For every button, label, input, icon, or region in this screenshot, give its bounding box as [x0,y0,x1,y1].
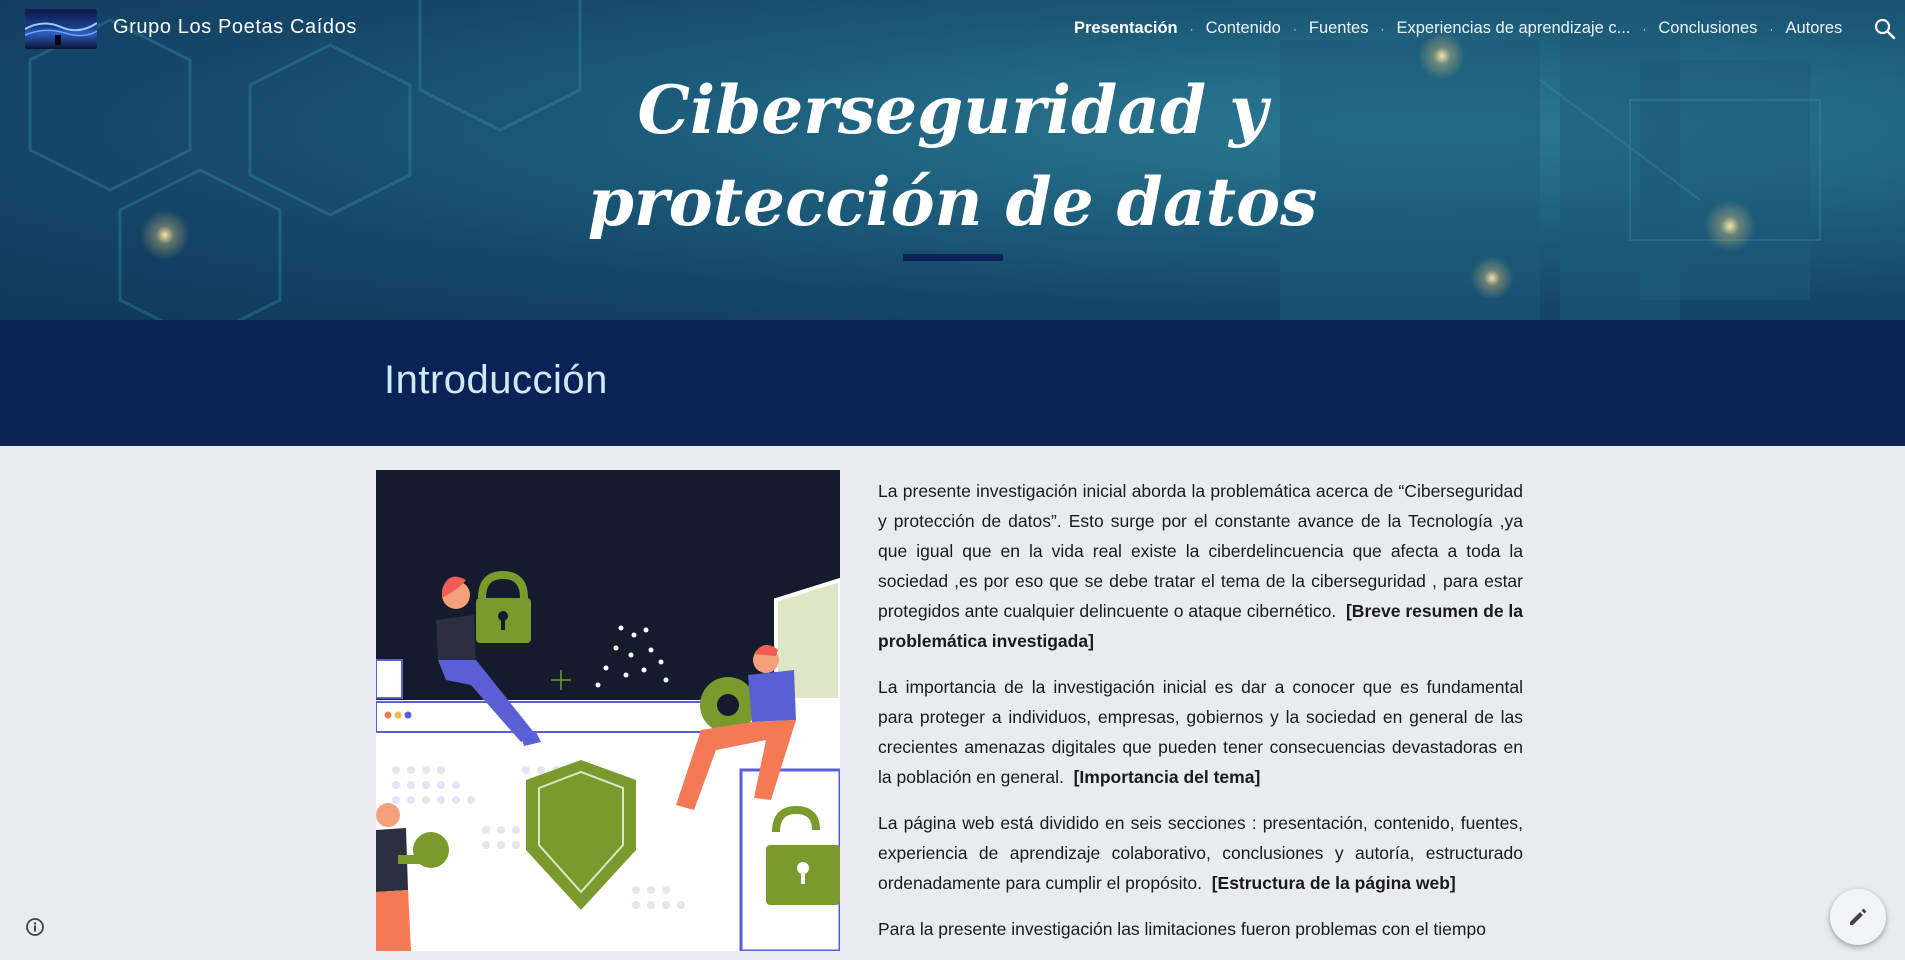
illustration-image [376,470,840,951]
paragraph-text: Para la presente investigación las limit… [878,919,1486,939]
search-icon[interactable] [1874,18,1896,40]
title-underline [903,254,1003,261]
nav-item-conclusiones[interactable]: Conclusiones [1658,19,1757,38]
paragraph-text: La presente investigación inicial aborda… [878,481,1523,621]
edit-button[interactable] [1830,889,1886,945]
nav-item-contenido[interactable]: Contenido [1206,19,1281,38]
nav-item-experiencias[interactable]: Experiencias de aprendizaje c... [1396,19,1630,38]
paragraph-tag: [Importancia del tema] [1073,767,1261,787]
section-header-band: Introducción [0,320,1905,446]
nav-separator: · [1380,21,1385,36]
paragraph-summary: La presente investigación inicial aborda… [878,476,1523,656]
main-nav: Presentación · Contenido · Fuentes · Exp… [1074,19,1842,38]
cybersecurity-illustration [376,470,840,951]
hero-title-line-2: protección de datos [587,163,1318,241]
pencil-icon [1850,908,1867,925]
paragraph-importance: La importancia de la investigación inici… [878,672,1523,792]
logo-image [25,22,97,45]
top-navigation-bar: Grupo Los Poetas Caídos Presentación · C… [0,0,1905,58]
section-heading: Introducción [384,358,608,402]
nav-item-presentacion[interactable]: Presentación [1074,19,1178,38]
light-glow [1470,256,1514,300]
paragraph-structure: La página web está dividido en seis secc… [878,808,1523,898]
nav-item-autores[interactable]: Autores [1785,19,1842,38]
site-title[interactable]: Grupo Los Poetas Caídos [113,16,357,39]
intro-text: La presente investigación inicial aborda… [878,476,1523,960]
site-logo[interactable] [25,9,97,49]
info-icon[interactable] [22,914,48,940]
paragraph-limitations: Para la presente investigación las limit… [878,914,1523,944]
nav-separator: · [1292,21,1297,36]
hero-banner: Grupo Los Poetas Caídos Presentación · C… [0,0,1905,320]
paragraph-tag: [Estructura de la página web] [1211,873,1456,893]
hero-title: Ciberseguridad y protección de datos [0,64,1905,248]
hero-title-line-1: Ciberseguridad y [637,71,1268,149]
nav-item-fuentes[interactable]: Fuentes [1309,19,1369,38]
nav-separator: · [1642,21,1647,36]
nav-separator: · [1769,21,1774,36]
nav-separator: · [1189,21,1194,36]
